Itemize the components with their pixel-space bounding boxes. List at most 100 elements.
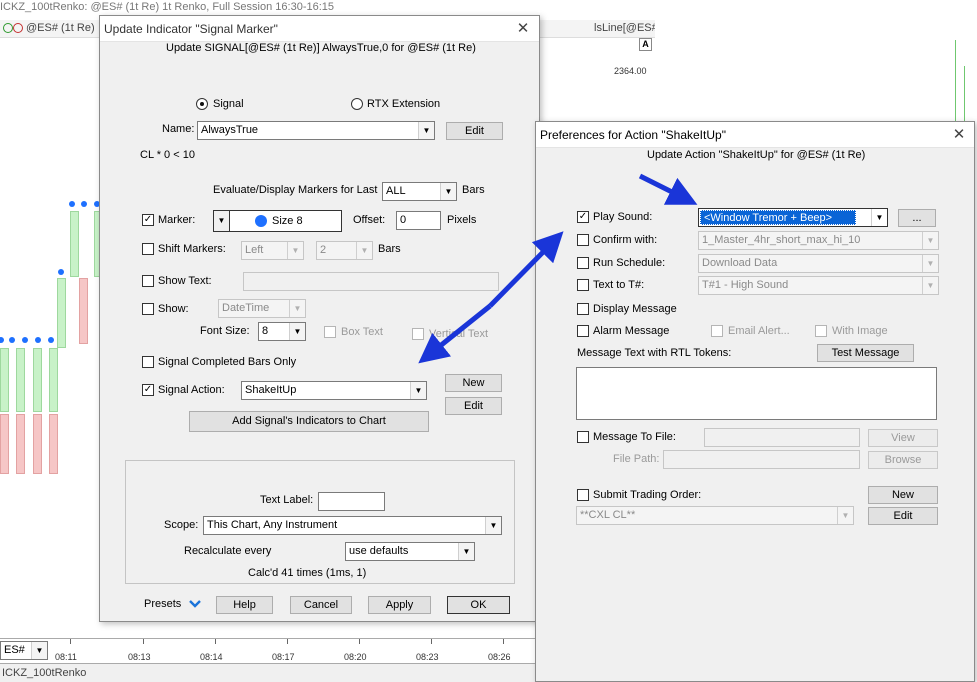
- order-combo[interactable]: **CXL CL** ▼: [576, 506, 854, 525]
- message-to-file-label: Message To File:: [593, 431, 676, 443]
- evaluate-combo[interactable]: ALL ▼: [382, 182, 457, 201]
- presets-chevron-icon[interactable]: [188, 598, 202, 610]
- signal-completed-label: Signal Completed Bars Only: [158, 356, 297, 368]
- signal-completed-checkbox[interactable]: [142, 356, 154, 368]
- marker-picker[interactable]: ▼ Size 8: [213, 210, 342, 232]
- action-edit-button[interactable]: Edit: [445, 397, 502, 415]
- submit-order-checkbox[interactable]: [577, 489, 589, 501]
- close-icon[interactable]: ✕: [949, 125, 969, 145]
- time-axis-tick: [287, 639, 288, 644]
- email-alert-checkbox[interactable]: [711, 325, 723, 337]
- vertical-text-checkbox[interactable]: [412, 328, 424, 340]
- name-edit-button[interactable]: Edit: [446, 122, 503, 140]
- file-path-label: File Path:: [613, 453, 660, 465]
- dialog-header-text: Update SIGNAL[@ES# (1t Re)] AlwaysTrue,0…: [166, 42, 476, 54]
- play-sound-checkbox[interactable]: ✓: [577, 211, 589, 223]
- symbol-combo[interactable]: ES# ▼: [0, 641, 48, 660]
- order-new-button[interactable]: New: [868, 486, 938, 504]
- confirm-with-checkbox[interactable]: [577, 234, 589, 246]
- signal-action-checkbox[interactable]: ✓: [142, 384, 154, 396]
- signal-marker-dot: [35, 337, 41, 343]
- display-message-checkbox[interactable]: [577, 303, 589, 315]
- name-combo[interactable]: AlwaysTrue ▼: [197, 121, 435, 140]
- shift-markers-checkbox[interactable]: [142, 243, 154, 255]
- signal-marker-dot: [48, 337, 54, 343]
- chevron-down-icon: ▼: [871, 209, 887, 226]
- scope-combo-value: This Chart, Any Instrument: [207, 519, 338, 531]
- chart-bottom-tab[interactable]: ICKZ_100tRenko: [2, 667, 86, 679]
- signal-marker-dot: [81, 201, 87, 207]
- show-text-checkbox[interactable]: [142, 275, 154, 287]
- signal-action-combo[interactable]: ShakeItUp ▼: [241, 381, 427, 400]
- order-edit-button[interactable]: Edit: [868, 507, 938, 525]
- time-axis-tick: [143, 639, 144, 644]
- signal-marker-dot: [0, 337, 4, 343]
- play-sound-label: Play Sound:: [593, 211, 653, 223]
- box-text-checkbox[interactable]: [324, 326, 336, 338]
- apply-button[interactable]: Apply: [368, 596, 431, 614]
- message-text-area[interactable]: [576, 367, 937, 420]
- show-checkbox[interactable]: [142, 303, 154, 315]
- run-schedule-combo-value: Download Data: [702, 257, 778, 269]
- recalculate-combo[interactable]: use defaults ▼: [345, 542, 475, 561]
- browse-sound-button[interactable]: ...: [898, 209, 936, 227]
- message-file-field[interactable]: [704, 428, 860, 447]
- presets-label[interactable]: Presets: [144, 598, 181, 610]
- offset-field[interactable]: 0: [396, 211, 441, 230]
- help-button[interactable]: Help: [216, 596, 273, 614]
- shift-markers-label: Shift Markers:: [158, 243, 226, 255]
- font-size-combo[interactable]: 8 ▼: [258, 322, 306, 341]
- signal-radio[interactable]: [196, 98, 208, 110]
- offset-label: Offset:: [353, 214, 386, 226]
- shift-direction-combo[interactable]: Left ▼: [241, 241, 304, 260]
- text-to-combo[interactable]: T#1 - High Sound ▼: [698, 276, 939, 295]
- chevron-down-icon: ▼: [356, 242, 372, 259]
- alarm-message-checkbox[interactable]: [577, 325, 589, 337]
- shift-count-combo[interactable]: 2 ▼: [316, 241, 373, 260]
- rtx-extension-radio-label: RTX Extension: [367, 98, 441, 110]
- time-axis-label: 08:11: [55, 652, 77, 662]
- time-axis-tick: [70, 639, 71, 644]
- evaluate-bars-label: Bars: [462, 184, 485, 196]
- browse-button[interactable]: Browse: [868, 451, 938, 469]
- play-sound-combo[interactable]: <Window Tremor + Beep> ▼: [698, 208, 888, 227]
- show-text-field[interactable]: [243, 272, 499, 291]
- run-schedule-checkbox[interactable]: [577, 257, 589, 269]
- chevron-down-icon: ▼: [922, 255, 938, 272]
- close-icon[interactable]: ✕: [513, 19, 533, 39]
- renko-bar: [0, 348, 9, 412]
- ok-button[interactable]: OK: [447, 596, 510, 614]
- view-button[interactable]: View: [868, 429, 938, 447]
- renko-bar: [79, 278, 88, 344]
- vertical-text-label: Vertical Text: [429, 328, 489, 340]
- message-to-file-checkbox[interactable]: [577, 431, 589, 443]
- renko-bar: [57, 278, 66, 348]
- marker-checkbox[interactable]: ✓: [142, 214, 154, 226]
- recalculate-label: Recalculate every: [184, 545, 272, 557]
- action-new-button[interactable]: New: [445, 374, 502, 392]
- run-schedule-combo[interactable]: Download Data ▼: [698, 254, 939, 273]
- indicator-toggle-icon[interactable]: [13, 23, 23, 33]
- cancel-button[interactable]: Cancel: [290, 596, 352, 614]
- preferences-action-dialog: Preferences for Action "ShakeItUp" ✕ Upd…: [535, 121, 975, 682]
- a-button[interactable]: A: [639, 38, 652, 51]
- text-label-field[interactable]: [318, 492, 385, 511]
- rtx-extension-radio[interactable]: [351, 98, 363, 110]
- scope-combo[interactable]: This Chart, Any Instrument ▼: [203, 516, 502, 535]
- with-image-checkbox[interactable]: [815, 325, 827, 337]
- box-text-label: Box Text: [341, 326, 383, 338]
- time-axis-label: 08:13: [128, 652, 151, 662]
- confirm-with-combo[interactable]: 1_Master_4hr_short_max_hi_10 ▼: [698, 231, 939, 250]
- text-to-checkbox[interactable]: [577, 279, 589, 291]
- test-message-button[interactable]: Test Message: [817, 344, 914, 362]
- chart-line: [964, 66, 965, 126]
- file-path-field[interactable]: [663, 450, 860, 469]
- indicator-toggle-icon[interactable]: [3, 23, 13, 33]
- add-indicators-button[interactable]: Add Signal's Indicators to Chart: [189, 411, 429, 432]
- show-combo[interactable]: DateTime ▼: [218, 299, 306, 318]
- chart-tab-right[interactable]: lsLine[@ES# (1t Re): [594, 22, 655, 34]
- chart-tab-left[interactable]: @ES# (1t Re): [26, 22, 95, 34]
- chevron-down-icon: ▼: [410, 382, 426, 399]
- shift-bars-label: Bars: [378, 243, 401, 255]
- renko-bar: [16, 348, 25, 412]
